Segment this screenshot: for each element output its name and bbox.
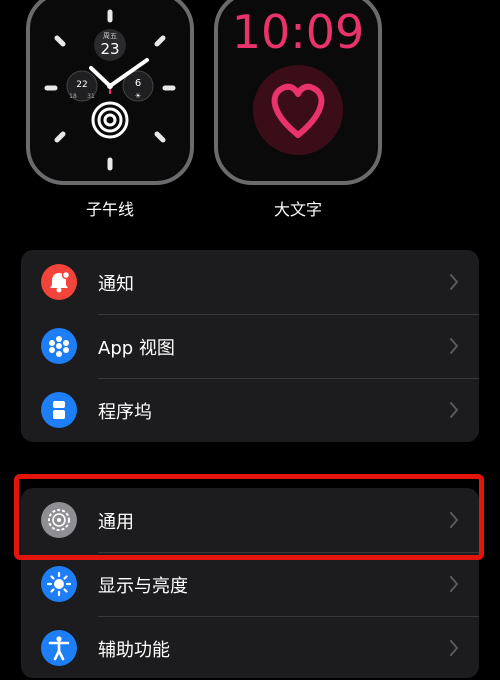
row-display-brightness[interactable]: 显示与亮度 bbox=[21, 552, 479, 616]
row-label: App 视图 bbox=[98, 338, 175, 359]
svg-text:☀: ☀ bbox=[135, 92, 141, 100]
app-grid-icon bbox=[41, 328, 77, 364]
row-label: 程序坞 bbox=[98, 402, 152, 423]
watch-face-big-text[interactable]: 10:09 bbox=[213, 0, 383, 186]
big-text-face-graphic: 10:09 bbox=[214, 0, 382, 185]
big-text-time: 10:09 bbox=[232, 5, 365, 59]
meridian-temp-low: 18 bbox=[69, 93, 77, 100]
row-label: 辅助功能 bbox=[98, 640, 170, 661]
chevron-right-icon bbox=[450, 576, 459, 592]
row-app-view[interactable]: App 视图 bbox=[21, 314, 479, 378]
meridian-date: 23 bbox=[100, 40, 119, 58]
row-accessibility[interactable]: 辅助功能 bbox=[21, 616, 479, 680]
bell-icon bbox=[41, 264, 77, 300]
meridian-temp: 22 bbox=[76, 80, 87, 90]
row-label: 显示与亮度 bbox=[98, 576, 188, 597]
chevron-right-icon bbox=[450, 402, 459, 418]
meridian-uv: 6 bbox=[135, 78, 141, 89]
highlight-box bbox=[14, 474, 484, 560]
chevron-right-icon bbox=[450, 274, 459, 290]
meridian-face-graphic: 周五 23 22 18 31 6 ☀ bbox=[26, 0, 194, 185]
watch-face-label-meridian: 子午线 bbox=[85, 200, 134, 219]
watch-face-label-big-text: 大文字 bbox=[273, 200, 322, 219]
accessibility-icon bbox=[41, 630, 77, 666]
settings-group-1: 通知 App 视图 程序坞 bbox=[21, 250, 479, 442]
row-label: 通知 bbox=[98, 274, 134, 295]
watch-face-meridian[interactable]: 周五 23 22 18 31 6 ☀ bbox=[25, 0, 195, 186]
chevron-right-icon bbox=[450, 338, 459, 354]
meridian-day: 周五 bbox=[103, 32, 117, 40]
row-notifications[interactable]: 通知 bbox=[21, 250, 479, 314]
chevron-right-icon bbox=[450, 640, 459, 656]
sun-icon bbox=[41, 566, 77, 602]
row-dock[interactable]: 程序坞 bbox=[21, 378, 479, 442]
dock-icon bbox=[41, 392, 77, 428]
meridian-temp-high: 31 bbox=[87, 93, 95, 100]
